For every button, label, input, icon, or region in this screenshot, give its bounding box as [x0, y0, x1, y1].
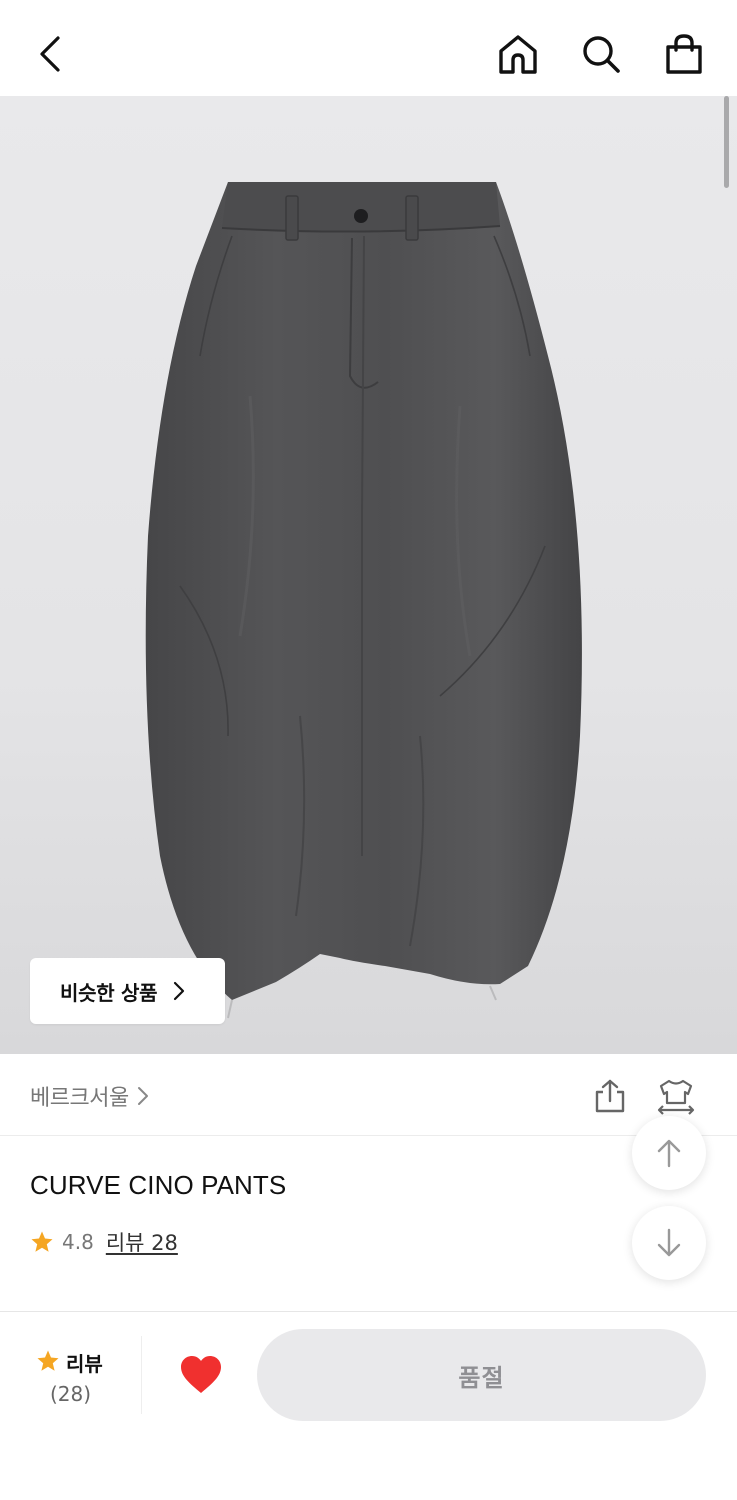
cart-button[interactable] — [660, 30, 708, 78]
wishlist-button[interactable] — [172, 1350, 230, 1400]
search-button[interactable] — [577, 30, 625, 78]
share-button[interactable] — [590, 1076, 630, 1116]
shopping-bag-icon — [666, 34, 702, 74]
size-fit-icon — [657, 1079, 695, 1115]
sold-out-label: 품절 — [458, 1363, 505, 1392]
product-name: CURVE CINO PANTS — [30, 1170, 287, 1200]
scroll-up-button[interactable] — [632, 1116, 706, 1190]
scroll-down-button[interactable] — [632, 1206, 706, 1280]
heart-icon — [181, 1356, 221, 1393]
home-button[interactable] — [494, 30, 542, 78]
brand-name: 베르크서울 — [30, 1086, 129, 1111]
top-navigation-bar — [0, 0, 737, 96]
product-image — [145, 182, 582, 1019]
arrow-down-icon — [657, 1228, 681, 1257]
home-icon — [499, 35, 537, 74]
similar-products-label: 비슷한 상품 — [60, 980, 158, 1005]
sold-out-button[interactable]: 품절 — [257, 1329, 706, 1421]
review-count: (28) — [50, 1382, 92, 1406]
review-summary-button[interactable]: 리뷰 (28) — [0, 1336, 142, 1414]
rating-row: 4.8 리뷰 28 — [30, 1226, 178, 1258]
star-icon — [36, 1349, 60, 1377]
review-link[interactable]: 리뷰 28 — [106, 1227, 178, 1257]
review-summary-label: 리뷰 — [66, 1352, 103, 1376]
arrow-up-icon — [657, 1139, 681, 1168]
brand-link[interactable]: 베르크서울 — [30, 1080, 149, 1112]
back-button[interactable] — [26, 30, 74, 78]
star-icon — [30, 1230, 54, 1254]
bottom-action-bar: 리뷰 (28) 품절 — [0, 1312, 737, 1500]
chevron-right-icon — [173, 981, 185, 1001]
brand-row: 베르크서울 — [0, 1054, 737, 1136]
rating-score: 4.8 — [62, 1230, 94, 1254]
chevron-left-icon — [40, 36, 60, 72]
share-icon — [595, 1079, 625, 1113]
product-image-area[interactable] — [0, 96, 737, 1054]
similar-products-button[interactable]: 비슷한 상품 — [30, 958, 225, 1024]
image-scrollbar[interactable] — [724, 96, 729, 188]
chevron-right-icon — [137, 1086, 149, 1106]
search-icon — [583, 36, 620, 73]
review-summary-top: 리뷰 — [36, 1348, 103, 1377]
size-fit-button[interactable] — [654, 1076, 698, 1116]
